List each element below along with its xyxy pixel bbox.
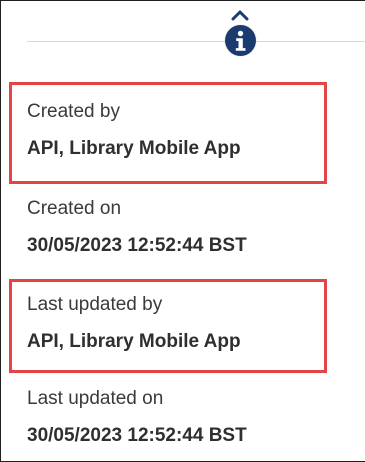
created-by-group: Created by API, Library Mobile App <box>27 100 327 161</box>
last-updated-by-value: API, Library Mobile App <box>27 331 241 352</box>
chevron-up-icon[interactable] <box>230 8 250 22</box>
details-panel: Created by API, Library Mobile App Creat… <box>0 0 365 462</box>
created-on-label: Created on <box>27 198 122 219</box>
info-icon <box>225 25 256 56</box>
divider-line <box>27 41 365 42</box>
last-updated-on-value: 30/05/2023 12:52:44 BST <box>27 425 247 446</box>
created-by-label: Created by <box>27 101 120 122</box>
last-updated-by-label: Last updated by <box>27 294 163 315</box>
created-by-value: API, Library Mobile App <box>27 138 241 159</box>
last-updated-by-group: Last updated by API, Library Mobile App <box>27 293 327 354</box>
last-updated-on-group: Last updated on 30/05/2023 12:52:44 BST <box>27 387 327 448</box>
created-on-value: 30/05/2023 12:52:44 BST <box>27 235 247 256</box>
last-updated-on-label: Last updated on <box>27 388 164 409</box>
created-on-group: Created on 30/05/2023 12:52:44 BST <box>27 197 327 258</box>
